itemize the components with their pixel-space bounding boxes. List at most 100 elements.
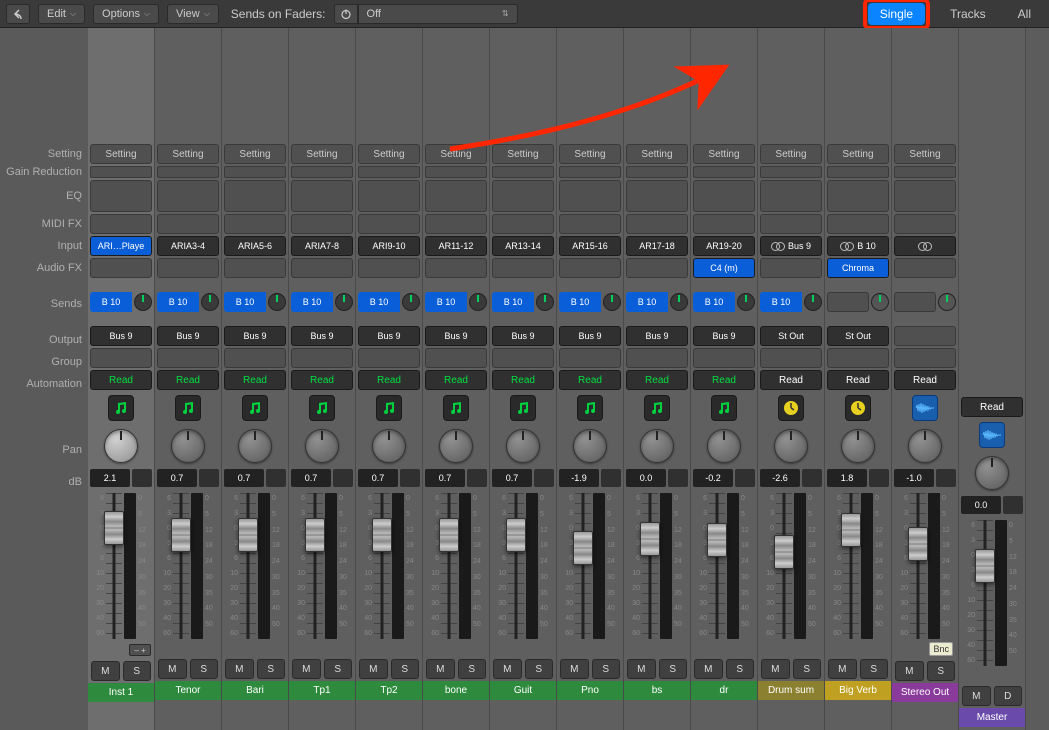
db-value[interactable]: -1.0 xyxy=(894,469,934,487)
midi-fx-slot[interactable] xyxy=(425,214,487,234)
midi-fx-slot[interactable] xyxy=(559,214,621,234)
fader-cap[interactable] xyxy=(908,527,928,561)
automation-mode[interactable]: Read xyxy=(961,397,1023,417)
pan-knob[interactable] xyxy=(439,429,473,463)
send-slot[interactable] xyxy=(894,292,956,312)
output-slot[interactable]: Bus 9 xyxy=(425,326,487,346)
mute-button[interactable]: M xyxy=(426,659,455,679)
send-knob[interactable] xyxy=(871,293,889,311)
group-slot[interactable] xyxy=(760,348,822,368)
input-slot[interactable]: B 10 xyxy=(827,236,889,256)
sends-power-button[interactable] xyxy=(334,4,358,24)
send-slot[interactable]: B 10 xyxy=(559,292,621,312)
solo-button[interactable]: S xyxy=(592,659,621,679)
mute-button[interactable]: M xyxy=(627,659,656,679)
db-value[interactable]: 0.7 xyxy=(425,469,465,487)
pan-knob[interactable] xyxy=(975,456,1009,490)
fader-cap[interactable] xyxy=(707,523,727,557)
mute-button[interactable]: M xyxy=(895,661,924,681)
track-name[interactable]: Big Verb xyxy=(825,681,891,700)
db-value[interactable]: -2.6 xyxy=(760,469,800,487)
send-knob[interactable] xyxy=(603,293,621,311)
eq-slot[interactable] xyxy=(760,180,822,212)
fader-cap[interactable] xyxy=(841,513,861,547)
output-slot[interactable]: Bus 9 xyxy=(224,326,286,346)
output-slot[interactable]: Bus 9 xyxy=(559,326,621,346)
output-slot[interactable]: Bus 9 xyxy=(291,326,353,346)
fader-track[interactable] xyxy=(240,493,256,639)
db-value[interactable]: 2.1 xyxy=(90,469,130,487)
mute-button[interactable]: M xyxy=(962,686,991,706)
send-knob[interactable] xyxy=(335,293,353,311)
solo-button[interactable]: S xyxy=(257,659,286,679)
eq-slot[interactable] xyxy=(827,180,889,212)
output-slot[interactable]: Bus 9 xyxy=(626,326,688,346)
mute-button[interactable]: M xyxy=(761,659,790,679)
db-value[interactable]: 0.0 xyxy=(626,469,666,487)
eq-slot[interactable] xyxy=(894,180,956,212)
automation-mode[interactable]: Read xyxy=(157,370,219,390)
view-menu[interactable]: View⌵ xyxy=(167,4,219,24)
solo-button[interactable]: S xyxy=(391,659,420,679)
input-slot[interactable]: ARIA7-8 xyxy=(291,236,353,256)
setting-slot[interactable]: Setting xyxy=(693,144,755,164)
fader-cap[interactable] xyxy=(372,518,392,552)
view-mode-single[interactable]: Single xyxy=(868,3,925,25)
track-name[interactable]: Stereo Out xyxy=(892,683,958,702)
midi-fx-slot[interactable] xyxy=(894,214,956,234)
fader-track[interactable] xyxy=(575,493,591,639)
setting-slot[interactable]: Setting xyxy=(157,144,219,164)
db-value[interactable]: 0.0 xyxy=(961,496,1001,514)
send-slot[interactable]: B 10 xyxy=(760,292,822,312)
view-mode-tracks[interactable]: Tracks xyxy=(938,3,998,25)
pan-knob[interactable] xyxy=(707,429,741,463)
input-slot[interactable]: Bus 9 xyxy=(760,236,822,256)
send-knob[interactable] xyxy=(804,293,822,311)
fader-track[interactable] xyxy=(776,493,792,639)
track-name[interactable]: Guit xyxy=(490,681,556,700)
mute-button[interactable]: M xyxy=(493,659,522,679)
automation-mode[interactable]: Read xyxy=(760,370,822,390)
send-slot[interactable]: B 10 xyxy=(358,292,420,312)
solo-button[interactable]: S xyxy=(123,661,152,681)
track-name[interactable]: Bari xyxy=(222,681,288,700)
setting-slot[interactable]: Setting xyxy=(827,144,889,164)
setting-slot[interactable]: Setting xyxy=(760,144,822,164)
pan-knob[interactable] xyxy=(573,429,607,463)
input-slot[interactable]: ARI…Playe xyxy=(90,236,152,256)
audio-fx-slot[interactable]: C4 (m) xyxy=(693,258,755,278)
db-value[interactable]: -0.2 xyxy=(693,469,733,487)
mute-button[interactable]: M xyxy=(292,659,321,679)
group-slot[interactable] xyxy=(291,348,353,368)
send-slot[interactable]: B 10 xyxy=(157,292,219,312)
eq-slot[interactable] xyxy=(693,180,755,212)
audio-fx-slot[interactable] xyxy=(559,258,621,278)
setting-slot[interactable]: Setting xyxy=(425,144,487,164)
midi-fx-slot[interactable] xyxy=(358,214,420,234)
fader-cap[interactable] xyxy=(774,535,794,569)
midi-fx-slot[interactable] xyxy=(626,214,688,234)
send-knob[interactable] xyxy=(201,293,219,311)
track-name[interactable]: Tp1 xyxy=(289,681,355,700)
db-value[interactable]: 0.7 xyxy=(224,469,264,487)
pan-knob[interactable] xyxy=(506,429,540,463)
automation-mode[interactable]: Read xyxy=(358,370,420,390)
audio-fx-slot[interactable] xyxy=(291,258,353,278)
output-slot[interactable]: Bus 9 xyxy=(693,326,755,346)
setting-slot[interactable]: Setting xyxy=(224,144,286,164)
input-slot[interactable] xyxy=(894,236,956,256)
solo-button[interactable]: S xyxy=(860,659,889,679)
midi-fx-slot[interactable] xyxy=(760,214,822,234)
fader-track[interactable] xyxy=(307,493,323,639)
output-slot[interactable]: Bus 9 xyxy=(358,326,420,346)
fader-track[interactable] xyxy=(173,493,189,639)
output-slot[interactable]: St Out xyxy=(827,326,889,346)
send-knob[interactable] xyxy=(737,293,755,311)
fader-track[interactable] xyxy=(843,493,859,639)
audio-fx-slot[interactable] xyxy=(358,258,420,278)
insert-disclosure[interactable]: – + xyxy=(129,644,151,656)
audio-fx-slot[interactable] xyxy=(894,258,956,278)
options-menu[interactable]: Options⌵ xyxy=(93,4,159,24)
input-slot[interactable]: AR11-12 xyxy=(425,236,487,256)
eq-slot[interactable] xyxy=(559,180,621,212)
